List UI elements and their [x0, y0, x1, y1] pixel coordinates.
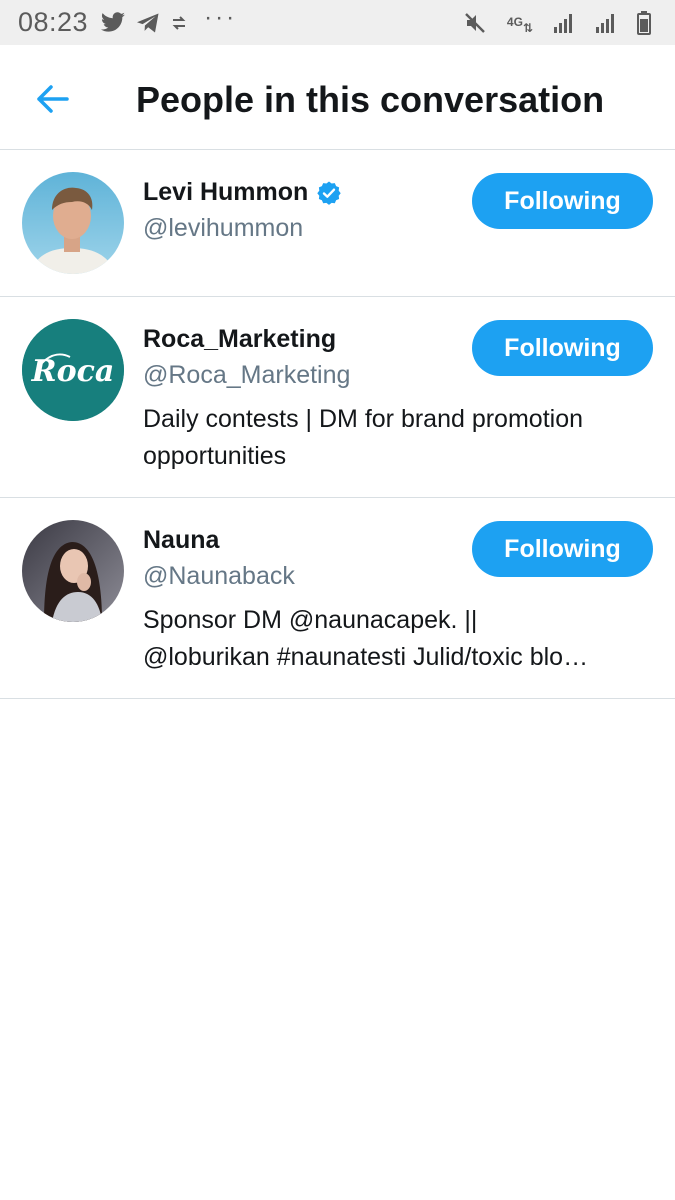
status-time: 08:23: [18, 7, 89, 37]
bio-line: @loburikan #naunatesti Julid/toxic blo…: [143, 643, 589, 671]
status-bar: 08:23 ··· 4G ⇅: [0, 0, 675, 45]
battery-icon: [637, 10, 651, 35]
twitter-icon: [100, 11, 126, 34]
bio-line: Daily contests | DM for brand promotion: [143, 405, 584, 433]
signal-icon: [595, 12, 617, 34]
display-name: Nauna: [143, 526, 220, 554]
bio-line: Sponsor DM @naunacapek. ||: [143, 606, 478, 634]
display-name: Levi Hummon: [143, 178, 309, 206]
mute-icon: [463, 11, 487, 35]
sync-icon: [170, 14, 188, 32]
profile-bio: Sponsor DM @naunacapek. || @loburikan #n…: [143, 602, 648, 676]
verified-badge-icon: [316, 180, 342, 206]
following-button[interactable]: Following: [472, 173, 653, 229]
network-type-label: 4G: [506, 15, 523, 29]
list-item-person[interactable]: Nauna @Naunaback Sponsor DM @naunacapek.…: [0, 498, 675, 699]
avatar[interactable]: [22, 520, 124, 622]
following-button[interactable]: Following: [472, 521, 653, 577]
roca-logo-text: Roca: [31, 354, 115, 389]
telegram-icon: [136, 12, 160, 34]
avatar[interactable]: Roca: [22, 319, 124, 421]
4g-data-icon: 4G ⇅: [506, 15, 533, 35]
username-handle: @levihummon: [143, 214, 304, 242]
bio-line: opportunities: [143, 442, 287, 470]
list-item-person[interactable]: Roca Roca_Marketing @Roca_Marketing Dail…: [0, 297, 675, 498]
following-button[interactable]: Following: [472, 320, 653, 376]
back-button[interactable]: [30, 77, 74, 121]
display-name: Roca_Marketing: [143, 325, 337, 353]
profile-bio: Daily contests | DM for brand promotion …: [143, 401, 648, 475]
avatar[interactable]: [22, 172, 124, 274]
top-app-bar: People in this conversation: [0, 45, 675, 150]
signal-icon: [553, 12, 575, 34]
more-notifications-indicator: ···: [204, 3, 238, 31]
page-title: People in this conversation: [136, 79, 605, 120]
username-handle: @Roca_Marketing: [143, 361, 351, 389]
list-item-person[interactable]: Levi Hummon @levihummon Following: [0, 150, 675, 297]
arrow-left-icon: [37, 85, 69, 113]
username-handle: @Naunaback: [143, 562, 295, 590]
